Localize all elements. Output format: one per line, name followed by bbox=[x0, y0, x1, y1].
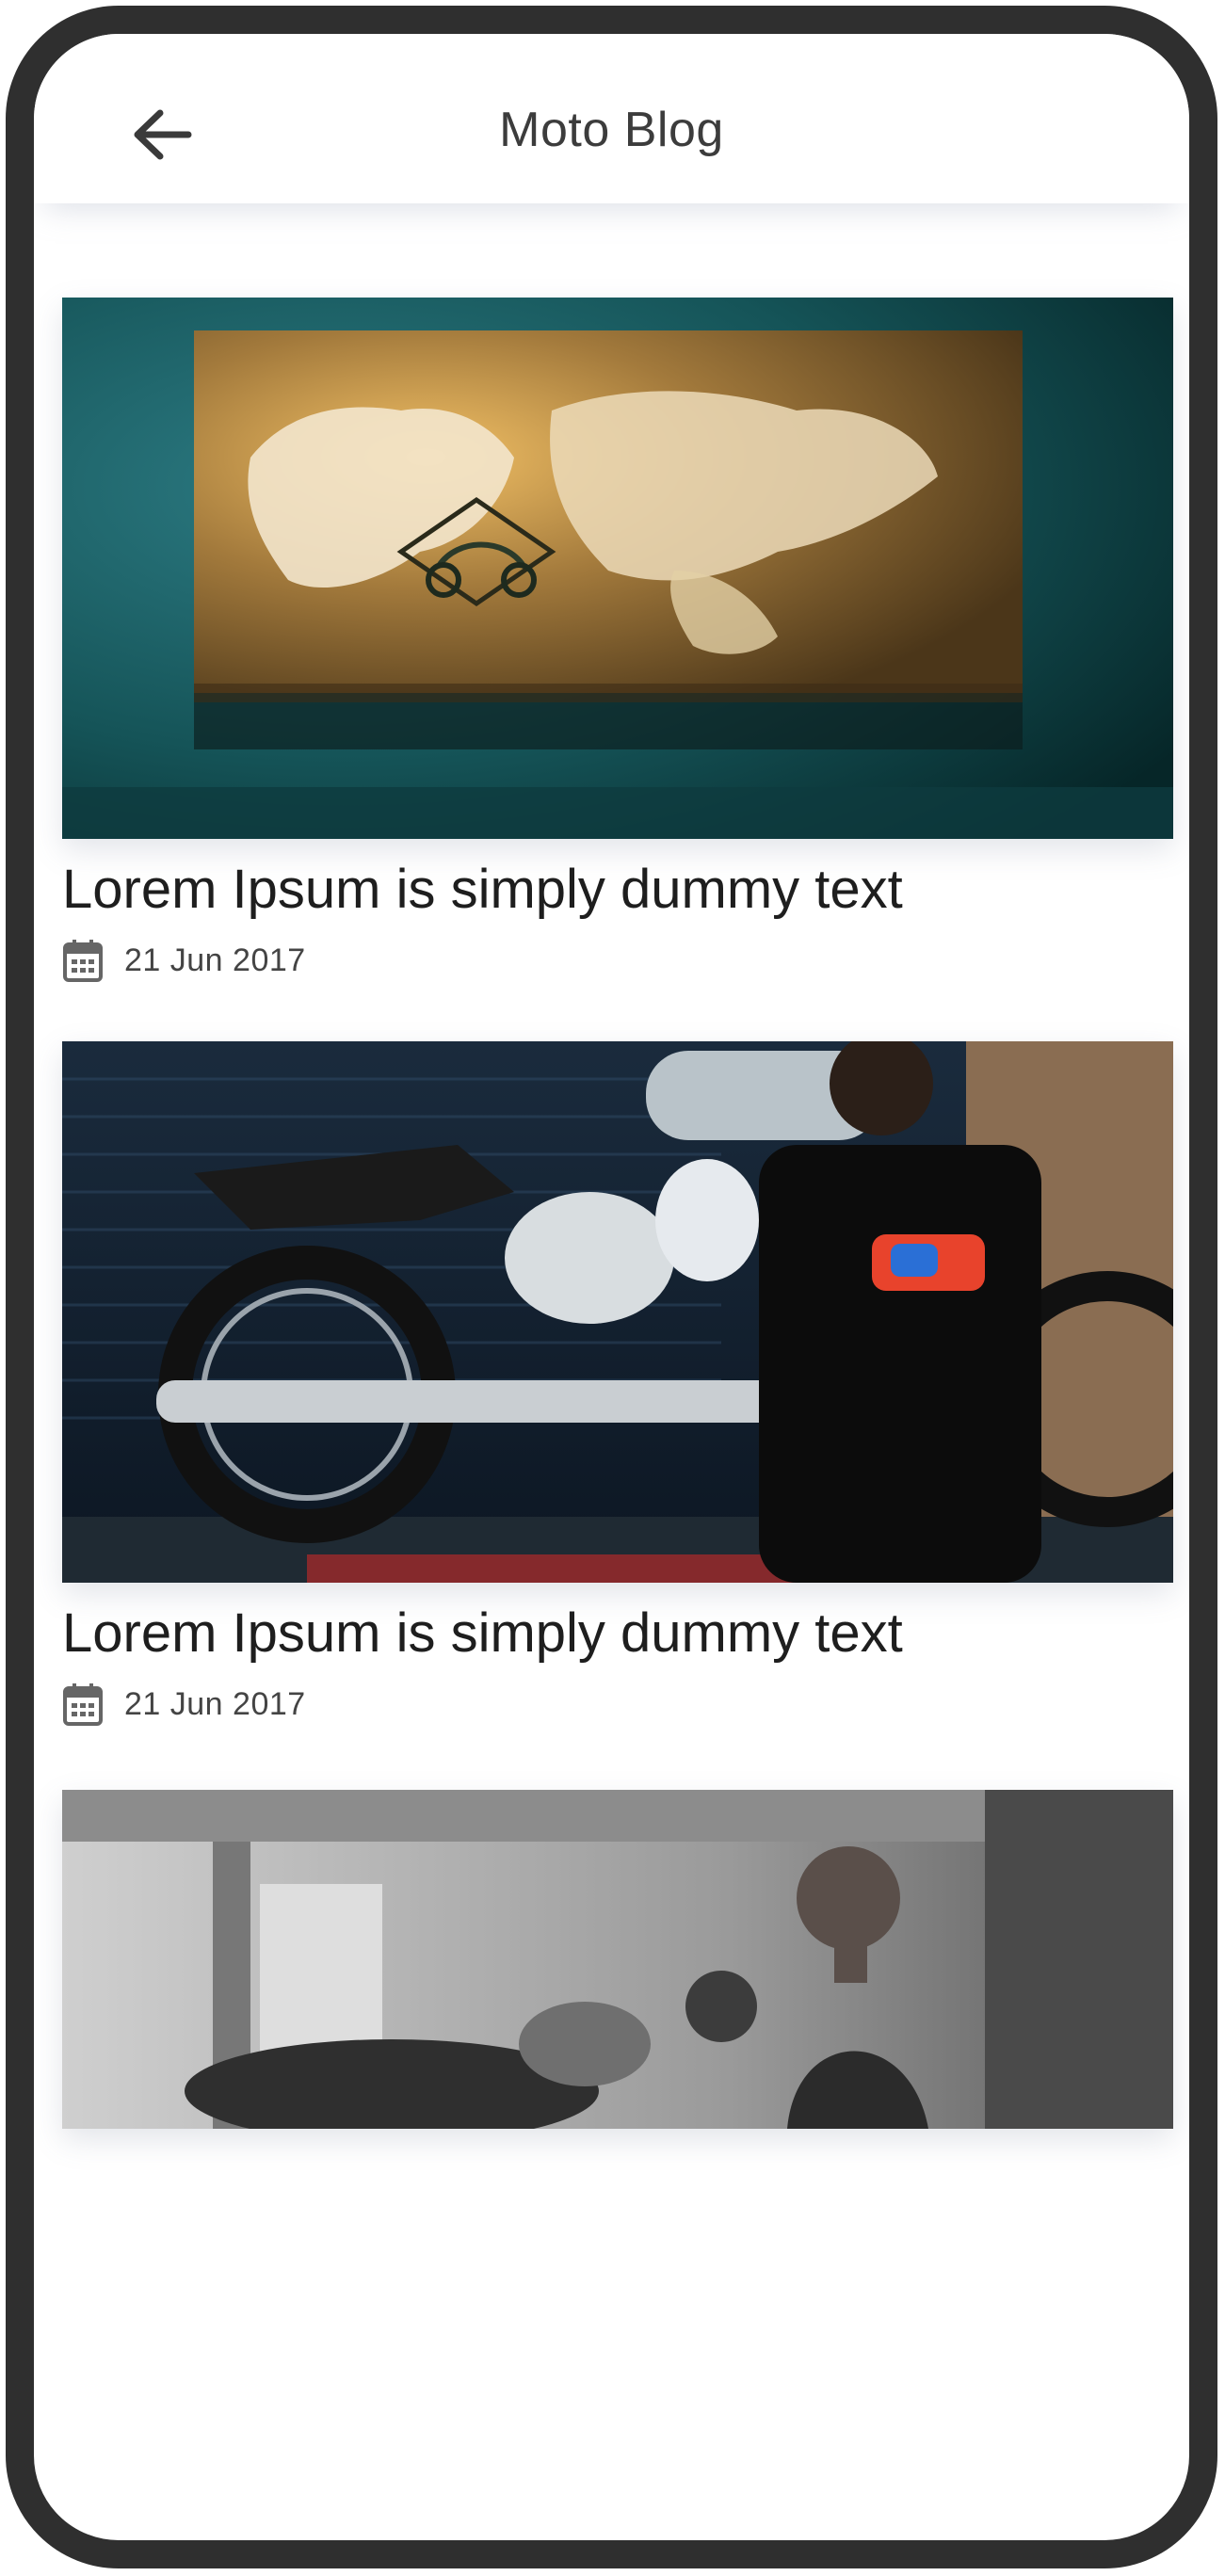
page-title: Moto Blog bbox=[499, 103, 724, 157]
world-map-art-image bbox=[62, 298, 1173, 839]
phone-device: Moto Blog Lorem Ipsum is simply dummy te… bbox=[0, 0, 1225, 2576]
app-header: Moto Blog bbox=[34, 34, 1189, 203]
mechanic-portrait-image bbox=[62, 1790, 1173, 2129]
post-meta: 21 Jun 2017 bbox=[62, 938, 306, 983]
post-image[interactable] bbox=[62, 298, 1173, 839]
post-date: 21 Jun 2017 bbox=[124, 1685, 306, 1722]
calendar-icon bbox=[63, 940, 103, 982]
post-image[interactable] bbox=[62, 1790, 1173, 2129]
app-screen: Moto Blog Lorem Ipsum is simply dummy te… bbox=[6, 6, 1217, 2568]
post-date: 21 Jun 2017 bbox=[124, 942, 306, 978]
post-meta: 21 Jun 2017 bbox=[62, 1682, 306, 1727]
post-title[interactable]: Lorem Ipsum is simply dummy text bbox=[62, 858, 903, 921]
post-image[interactable] bbox=[62, 1041, 1173, 1583]
mechanic-motorcycle-image bbox=[62, 1041, 1173, 1583]
post-title[interactable]: Lorem Ipsum is simply dummy text bbox=[62, 1602, 903, 1665]
calendar-icon bbox=[63, 1683, 103, 1726]
